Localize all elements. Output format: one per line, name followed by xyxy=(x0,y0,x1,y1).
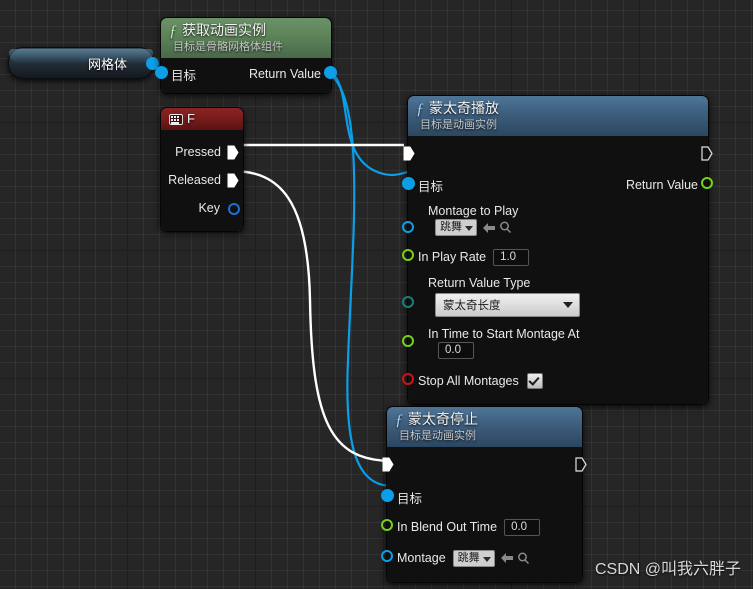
pin-in-blend-out-time-in[interactable] xyxy=(381,519,394,532)
pin-released-out[interactable] xyxy=(227,173,239,188)
pin-in-play-rate-in[interactable] xyxy=(402,249,415,262)
node-pin-row: In Play Rate 1.0 xyxy=(402,244,708,270)
pin-return-value-out[interactable] xyxy=(701,177,714,190)
node-pin-row: 目标 Return Value xyxy=(402,172,713,198)
pin-label-pressed: Pressed xyxy=(175,145,221,159)
pin-target-in[interactable] xyxy=(381,489,394,502)
node-header: ƒ 蒙太奇停止 目标是动画实例 xyxy=(387,407,582,447)
node-subtitle: 目标是动画实例 xyxy=(420,119,497,131)
pin-label-stop-all-montages: Stop All Montages xyxy=(418,374,519,388)
node-body: 目标 In Blend Out Time 0.0 Montage 跳舞 xyxy=(381,447,587,582)
use-selected-asset-icon xyxy=(500,553,513,563)
pin-label-return-value-type: Return Value Type xyxy=(428,276,531,290)
node-pin-row: Return Value Type 蒙太奇长度 xyxy=(402,274,708,319)
pin-label-in-play-rate: In Play Rate xyxy=(418,250,487,264)
node-body: 目标 Return Value Montage to Play 跳舞 In Pl… xyxy=(402,136,713,404)
chevron-down-icon xyxy=(465,226,473,231)
node-pin-row: Key xyxy=(161,194,243,222)
node-pin-row: In Blend Out Time 0.0 xyxy=(381,514,582,540)
pin-label-in-blend-out-time: In Blend Out Time xyxy=(397,520,498,534)
pin-return-value-type-in[interactable] xyxy=(402,296,415,309)
pin-label-return-value: Return Value xyxy=(248,67,321,81)
node-mesh-variable[interactable]: 网格体 xyxy=(8,47,159,79)
node-body: 目标 Return Value xyxy=(155,58,337,93)
node-title: ƒ 蒙太奇停止 xyxy=(395,411,478,429)
node-pin-row: 目标 xyxy=(381,484,582,510)
function-f-icon: ƒ xyxy=(416,101,424,118)
keyboard-icon xyxy=(169,113,183,126)
pin-stop-all-montages-in[interactable] xyxy=(402,373,415,386)
function-f-icon: ƒ xyxy=(169,23,177,40)
node-title: ƒ 蒙太奇播放 xyxy=(416,100,499,118)
node-input-key-f[interactable]: F Pressed Released Key xyxy=(160,107,244,232)
node-header: F xyxy=(161,108,243,130)
browse-asset-icon xyxy=(517,552,529,564)
node-get-anim-instance[interactable]: ƒ 获取动画实例 目标是骨骼网格体组件 目标 Return Value xyxy=(155,17,337,94)
pin-key-out[interactable] xyxy=(228,202,241,216)
montage-dropdown[interactable]: 跳舞 xyxy=(452,549,495,567)
pin-label-montage-to-play: Montage to Play xyxy=(428,204,519,218)
in-blend-out-time-input[interactable]: 0.0 xyxy=(504,518,541,536)
node-header: ƒ 蒙太奇播放 目标是动画实例 xyxy=(408,96,708,136)
node-montage-stop[interactable]: ƒ 蒙太奇停止 目标是动画实例 目标 In Blend Out Time 0.0… xyxy=(381,406,587,583)
browse-asset-icon xyxy=(500,221,512,234)
blueprint-graph-canvas[interactable]: 网格体 ƒ获取动画实例 目标是骨骼网格体组件 目标 Return Value xyxy=(0,0,753,589)
stop-all-montages-checkbox[interactable] xyxy=(526,373,543,389)
return-value-type-dropdown[interactable]: 蒙太奇长度 xyxy=(435,293,580,317)
node-pin-row: Released xyxy=(161,166,243,194)
pin-label-in-time-to-start-montage-at: In Time to Start Montage At xyxy=(428,327,580,341)
node-subtitle: 目标是骨骼网格体组件 xyxy=(173,41,283,53)
in-time-to-start-input[interactable]: 0.0 xyxy=(438,342,474,359)
node-header: ƒ 获取动画实例 目标是骨骼网格体组件 xyxy=(161,18,331,58)
in-play-rate-input[interactable]: 1.0 xyxy=(493,248,530,266)
asset-browse-controls[interactable] xyxy=(482,221,512,234)
pin-exec-in[interactable] xyxy=(382,457,394,475)
asset-browse-controls[interactable] xyxy=(500,552,530,565)
pin-target-in[interactable] xyxy=(402,177,415,190)
pin-label-montage: Montage xyxy=(397,551,446,565)
pill-highlight xyxy=(9,49,153,63)
pin-return-value-out[interactable] xyxy=(324,66,337,79)
watermark: CSDN @叫我六胖子 xyxy=(594,561,741,578)
node-montage-play[interactable]: ƒ 蒙太奇播放 目标是动画实例 目标 Return Value Montage … xyxy=(402,95,713,405)
mesh-variable-label: 网格体 xyxy=(87,56,127,72)
pin-in-time-to-start-in[interactable] xyxy=(402,335,415,348)
pin-label-target: 目标 xyxy=(397,491,423,506)
pin-label-target: 目标 xyxy=(171,68,197,83)
pin-label-released: Released xyxy=(168,173,221,187)
node-pin-row: Montage to Play 跳舞 xyxy=(402,202,708,240)
pin-label-return-value: Return Value xyxy=(625,178,698,192)
pin-montage-to-play-in[interactable] xyxy=(402,221,415,234)
node-exec-row xyxy=(403,142,713,168)
node-exec-row xyxy=(382,453,587,479)
chevron-down-icon xyxy=(563,302,573,308)
node-pin-row: Pressed xyxy=(161,138,243,166)
function-f-icon: ƒ xyxy=(395,412,403,429)
pin-pressed-out[interactable] xyxy=(227,145,239,160)
chevron-down-icon xyxy=(482,556,491,562)
node-title: F xyxy=(169,111,235,127)
use-selected-asset-icon xyxy=(483,222,495,233)
node-pin-row: In Time to Start Montage At 0.0 xyxy=(402,325,708,363)
node-title: ƒ 获取动画实例 xyxy=(169,22,266,40)
pin-target-in[interactable] xyxy=(155,66,168,79)
pin-exec-in[interactable] xyxy=(403,146,415,164)
node-subtitle: 目标是动画实例 xyxy=(399,430,476,442)
pin-exec-out[interactable] xyxy=(701,146,713,164)
pin-label-key: Key xyxy=(198,201,220,215)
node-pin-row: 目标 Return Value xyxy=(155,62,337,86)
node-pin-row: Stop All Montages xyxy=(402,368,708,394)
node-pin-row: Montage 跳舞 xyxy=(381,544,582,572)
node-body: Pressed Released Key xyxy=(161,130,243,231)
pin-exec-out[interactable] xyxy=(575,457,587,475)
pin-label-target: 目标 xyxy=(418,179,444,194)
montage-to-play-dropdown[interactable]: 跳舞 xyxy=(435,219,477,236)
pin-montage-in[interactable] xyxy=(381,550,394,563)
